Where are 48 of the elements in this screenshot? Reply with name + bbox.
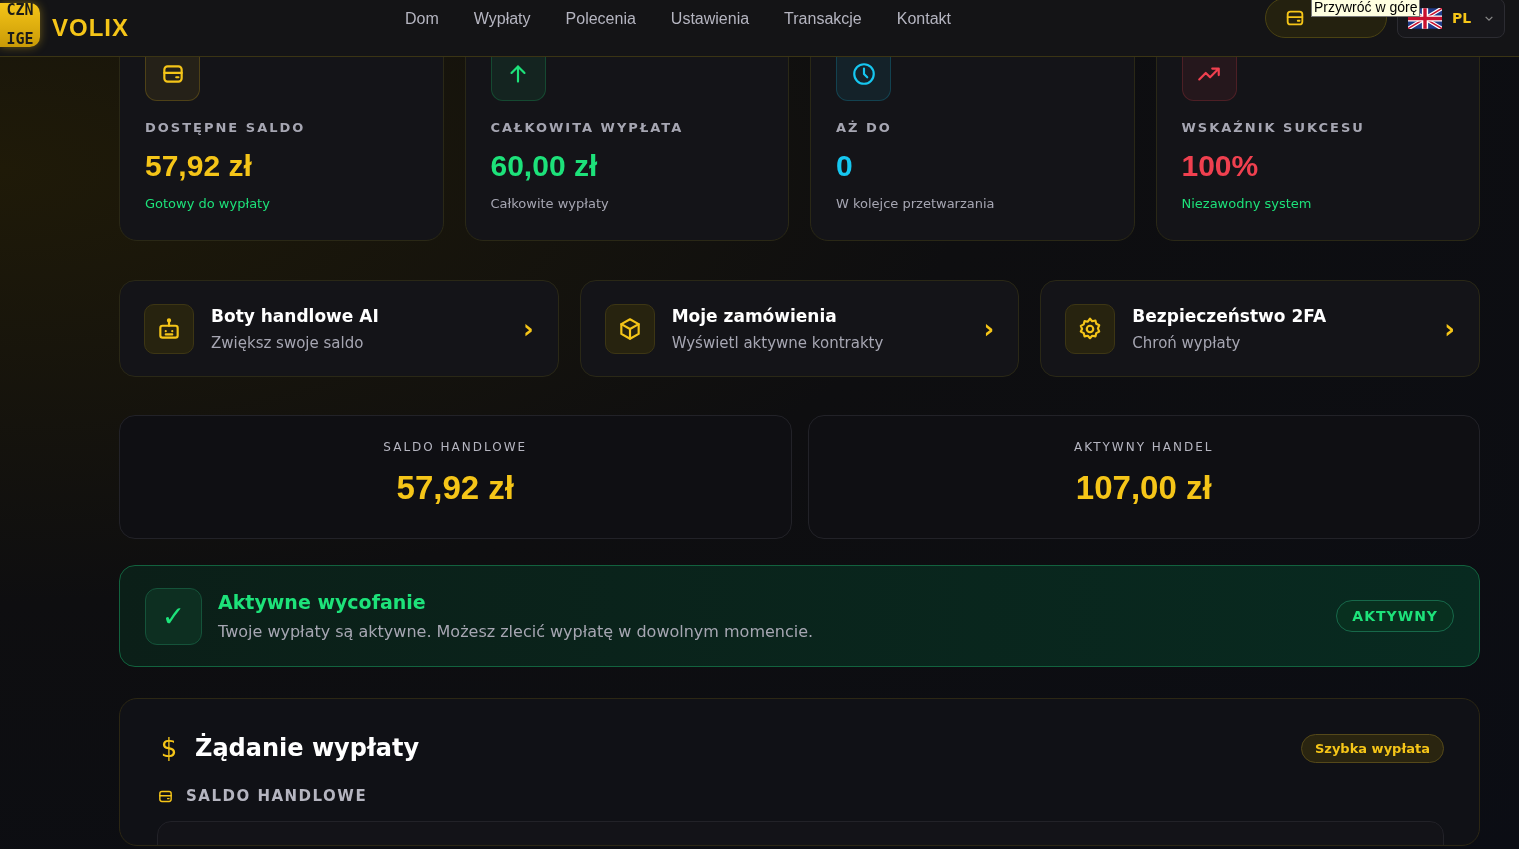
brand-name: VOLIX bbox=[52, 14, 129, 42]
action-card[interactable]: Bezpieczeństwo 2FA Chroń wypłaty › bbox=[1040, 280, 1480, 377]
notice-title: Aktywne wycofanie bbox=[218, 591, 427, 613]
chevron-icon: › bbox=[983, 315, 995, 342]
nav-link[interactable]: Wypłaty bbox=[473, 10, 531, 28]
clock-icon bbox=[850, 60, 877, 87]
balance-value: 57,92 zł bbox=[396, 469, 514, 507]
action-title: Moje zamówienia bbox=[671, 305, 838, 326]
action-subtitle: Chroń wypłaty bbox=[1132, 333, 1242, 352]
stat-note: W kolejce przetwarzania bbox=[836, 196, 996, 211]
robot-icon bbox=[156, 315, 182, 342]
balance-value: 107,00 zł bbox=[1075, 469, 1212, 507]
fast-badge: Szybka wypłata bbox=[1300, 733, 1444, 763]
stat-label: AŻ DO bbox=[836, 120, 893, 135]
nav-link[interactable]: Polecenia bbox=[565, 10, 636, 28]
stat-label: DOSTĘPNE SALDO bbox=[145, 120, 307, 135]
stat-note: Gotowy do wypłaty bbox=[145, 196, 271, 211]
chevron-icon: › bbox=[1444, 315, 1455, 342]
chevron-icon: › bbox=[522, 315, 534, 342]
caret-icon bbox=[1484, 14, 1494, 22]
action-subtitle: Zwiększ swoje saldo bbox=[211, 333, 365, 352]
nav-link[interactable]: Transakcje bbox=[784, 10, 862, 28]
action-title: Boty handlowe AI bbox=[211, 305, 380, 326]
nav-link[interactable]: Ustawienia bbox=[670, 10, 750, 28]
balance-label: AKTYWNY HANDEL bbox=[1074, 440, 1214, 454]
stat-value: 100% bbox=[1181, 149, 1260, 183]
stat-label: WSKAŹNIK SUKCESU bbox=[1181, 120, 1366, 135]
action-card[interactable]: Boty handlowe AI Zwiększ swoje saldo › bbox=[119, 280, 559, 377]
stat-label: CAŁKOWITA WYPŁATA bbox=[490, 120, 685, 135]
tooltip: Przywróć w górę bbox=[1311, 0, 1421, 17]
logo[interactable]: CZN IGE bbox=[0, 3, 40, 47]
notice-text: Twoje wypłaty są aktywne. Możesz zlecić wypłatę w dowolnym momencie. bbox=[218, 622, 815, 641]
nav-link[interactable]: Dom bbox=[405, 10, 439, 28]
panel-title: Żądanie wypłaty bbox=[195, 734, 421, 762]
stat-value: 0 bbox=[836, 149, 854, 183]
action-subtitle: Wyświetl aktywne kontrakty bbox=[671, 333, 885, 352]
stat-note: Niezawodny system bbox=[1181, 196, 1313, 211]
section-label: SALDO HANDLOWE bbox=[186, 787, 368, 805]
action-title: Bezpieczeństwo 2FA bbox=[1132, 305, 1328, 326]
status-badge: AKTYWNY bbox=[1336, 600, 1454, 632]
action-card[interactable]: Moje zamówienia Wyświetl aktywne kontrakty › bbox=[579, 280, 1020, 377]
balance-label: SALDO HANDLOWE bbox=[383, 440, 528, 454]
check-icon: ✓ bbox=[145, 587, 202, 645]
dollar-icon: $ bbox=[157, 733, 181, 763]
nav-link[interactable]: Kontakt bbox=[896, 10, 952, 28]
stat-value: 60,00 zł bbox=[490, 149, 599, 183]
stat-value: 57,92 zł bbox=[145, 149, 253, 183]
stat-note: Całkowite wypłaty bbox=[490, 196, 610, 211]
